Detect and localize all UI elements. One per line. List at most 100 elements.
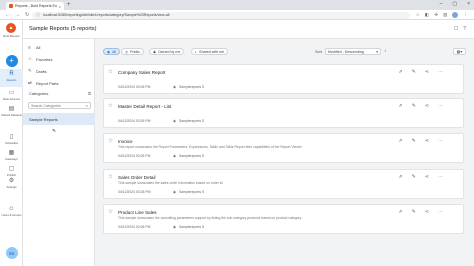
categories-section: Categories ⚿ [29, 91, 91, 96]
sort-direction-icon[interactable]: ↓ [384, 48, 387, 54]
chevron-down-icon: ▾ [376, 49, 378, 54]
open-external-icon[interactable]: ⇗ [398, 138, 402, 144]
filter-public-chip[interactable]: ◎ Public [121, 48, 144, 55]
report-name[interactable]: Product Line Sales [118, 210, 157, 215]
puzzle-icon[interactable]: ✣ [434, 12, 438, 18]
open-external-icon[interactable]: ⇗ [398, 69, 402, 75]
share-icon[interactable]: ⋖ [425, 69, 429, 75]
nav-publish[interactable]: ▢ Publish [0, 166, 23, 177]
category-panel: ≡ All ☆ Favorites ✎ Drafts ⇄ Report Part… [23, 39, 95, 266]
user-avatar[interactable]: SS [5, 247, 18, 259]
search-icon[interactable]: ⌕ [86, 103, 88, 108]
nav-gateways[interactable]: ▦ Gateways [0, 150, 23, 161]
category-item-sample-reports[interactable]: Sample Reports [23, 113, 95, 125]
site-info-icon[interactable]: ⓘ [36, 12, 40, 18]
report-card[interactable]: ☆ Invoice This report showcases the Repo… [103, 133, 464, 163]
more-options-icon[interactable]: ⋯ [438, 209, 443, 215]
owner-icon: ◉ [173, 85, 176, 89]
nav-users[interactable]: ☺ Users & Groups [0, 206, 23, 217]
filter-owned-chip[interactable]: ◉ Owned by me [149, 48, 185, 55]
category-drafts[interactable]: ✎ Drafts [23, 66, 95, 76]
extension-icon[interactable]: ◧ [425, 12, 429, 18]
more-options-icon[interactable]: ⋯ [438, 69, 443, 75]
more-options-icon[interactable]: ⋯ [438, 138, 443, 144]
users-icon: ☺ [8, 206, 15, 212]
forward-icon[interactable]: → [15, 12, 20, 18]
profile-icon[interactable] [452, 11, 459, 18]
favorite-star-icon[interactable]: ☆ [108, 103, 113, 109]
report-card[interactable]: ☆ Company Sales Report 04/12/2024 03:26 … [103, 64, 464, 94]
browser-menu-icon[interactable]: ⋮ [463, 12, 468, 18]
notifications-icon[interactable]: ☐ [454, 26, 458, 32]
share-icon: ◐ [195, 49, 198, 54]
browser-tab[interactable]: Reports - Bold Reports Enterp... × [6, 2, 64, 10]
url-field[interactable]: ⓘ localhost:5285/reporting/site/site1/re… [32, 11, 410, 19]
report-card[interactable]: ☆ Sales Order Detail This sample showcas… [103, 169, 464, 199]
category-search: ⌕ [28, 102, 91, 109]
filter-shared-chip[interactable]: ◐ Shared with me [191, 48, 229, 55]
chip-label: Owned by me [158, 49, 181, 54]
favorite-star-icon[interactable]: ☆ [108, 69, 113, 75]
filter-all-chip[interactable]: ◉ All [103, 48, 121, 55]
sidebar-icon[interactable]: ▥ [443, 12, 447, 18]
nav-data-sources[interactable]: ▭ Data Sources [0, 90, 23, 101]
nav-reports[interactable]: R Reports [0, 69, 23, 87]
check-icon: ◉ [107, 49, 111, 54]
data-sources-icon: ▭ [8, 90, 15, 96]
share-icon[interactable]: ⋖ [425, 138, 429, 144]
close-tab-icon[interactable]: × [59, 4, 61, 9]
new-tab-icon[interactable]: + [67, 2, 71, 9]
nav-label: Data Sources [3, 97, 20, 101]
report-name[interactable]: Sales Order Detail [118, 175, 156, 180]
open-external-icon[interactable]: ⇗ [398, 103, 402, 109]
sort-select[interactable]: Modified - Descending ▾ [325, 48, 381, 55]
nav-schedules[interactable]: ▯ Schedules [0, 134, 23, 145]
url-text: localhost:5285/reporting/site/site1/repo… [43, 13, 170, 17]
bold-reports-logo-icon[interactable]: ▲ [6, 23, 16, 33]
lock-icon[interactable]: ⚿ [88, 91, 91, 96]
category-all[interactable]: ≡ All [23, 42, 95, 52]
report-date: 04/12/2024 03:26 PM [118, 190, 151, 194]
report-card[interactable]: ☆ Master Detail Report - List 04/12/2024… [103, 98, 464, 128]
view-toggle-button[interactable]: ▦▾ [453, 48, 466, 55]
bookmark-star-icon[interactable]: ☆ [416, 12, 420, 18]
report-name[interactable]: Invoice [118, 139, 133, 144]
close-window-icon[interactable]: × [467, 1, 470, 7]
edit-icon[interactable]: ✎ [412, 209, 416, 215]
help-icon[interactable]: ? [463, 26, 466, 32]
share-icon[interactable]: ⋖ [425, 103, 429, 109]
category-search-input[interactable] [31, 103, 81, 108]
list-icon: ≡ [28, 44, 31, 50]
nav-label: Users & Groups [1, 213, 22, 217]
report-card[interactable]: ☆ Product Line Sales This sample showcas… [103, 204, 464, 234]
edit-icon[interactable]: ✎ [412, 174, 416, 180]
edit-icon[interactable]: ✎ [412, 138, 416, 144]
edit-icon[interactable]: ✎ [412, 69, 416, 75]
sort-value: Modified - Descending [328, 49, 364, 54]
schedules-icon: ▯ [9, 134, 14, 140]
report-name[interactable]: Company Sales Report [118, 70, 166, 75]
open-external-icon[interactable]: ⇗ [398, 209, 402, 215]
settings-icon: ⚙ [8, 178, 15, 184]
nav-settings[interactable]: ⚙ Settings [0, 178, 23, 189]
back-icon[interactable]: ← [5, 12, 10, 18]
category-report-parts[interactable]: ⇄ Report Parts [23, 78, 95, 88]
report-name[interactable]: Master Detail Report - List [118, 104, 171, 109]
report-owner: Samplereports S [178, 85, 205, 89]
minimize-icon[interactable]: – [440, 1, 443, 7]
create-new-button[interactable]: + [5, 55, 18, 67]
share-icon[interactable]: ⋖ [425, 209, 429, 215]
share-icon[interactable]: ⋖ [425, 174, 429, 180]
favorite-star-icon[interactable]: ☆ [108, 174, 113, 180]
maximize-icon[interactable]: ▢ [452, 1, 457, 7]
favorite-star-icon[interactable]: ☆ [108, 209, 113, 215]
edit-icon[interactable]: ✎ [412, 103, 416, 109]
more-options-icon[interactable]: ⋯ [438, 174, 443, 180]
more-options-icon[interactable]: ⋯ [438, 103, 443, 109]
category-favorites[interactable]: ☆ Favorites [23, 54, 95, 64]
reload-icon[interactable]: ↻ [25, 12, 29, 18]
open-external-icon[interactable]: ⇗ [398, 174, 402, 180]
nav-shared-datasets[interactable]: ▤ Shared Datasets [0, 106, 23, 117]
favorite-star-icon[interactable]: ☆ [108, 138, 113, 144]
report-owner: Samplereports S [178, 190, 205, 194]
